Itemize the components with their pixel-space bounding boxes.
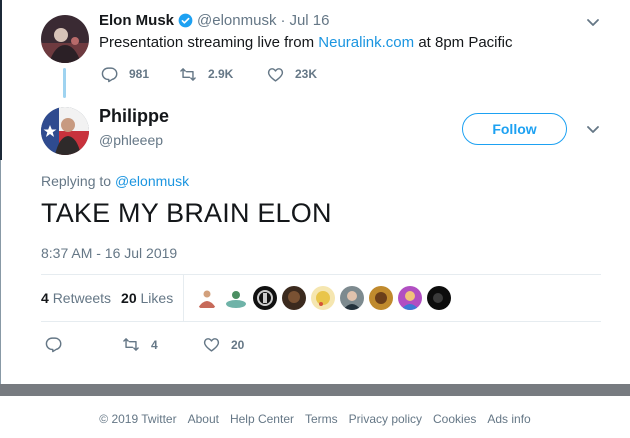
parent-actions: 981 2.9K 23K: [101, 64, 317, 84]
footer-link-privacy-policy[interactable]: Privacy policy: [349, 412, 422, 426]
parent-retweet-count: 2.9K: [208, 67, 234, 81]
tweet-stats: 4 Retweets 20 Likes: [41, 290, 173, 306]
replying-handle[interactable]: @elonmusk: [115, 173, 189, 189]
liker-avatar[interactable]: [340, 286, 364, 310]
retweets-stat-label: Retweets: [52, 290, 112, 306]
retweets-stat[interactable]: 4 Retweets: [41, 290, 111, 306]
likes-stat-count: 20: [121, 290, 137, 306]
parent-header: Elon Musk @elonmusk · Jul 16: [99, 12, 329, 29]
panel-left-edge: [0, 0, 2, 160]
footer-link-about[interactable]: About: [188, 412, 219, 426]
heart-icon: [267, 67, 284, 82]
parent-reply-button[interactable]: 981: [101, 66, 179, 83]
footer-copyright: © 2019 Twitter: [99, 412, 177, 426]
liker-avatar[interactable]: [282, 286, 306, 310]
retweet-icon: [123, 338, 139, 351]
thread-line: [63, 68, 66, 98]
heart-icon: [203, 338, 220, 352]
divider: [41, 274, 601, 275]
divider: [41, 321, 601, 322]
liker-avatar[interactable]: [311, 286, 335, 310]
liker-avatar[interactable]: [253, 286, 277, 310]
replying-to: Replying to @elonmusk: [41, 173, 189, 189]
parent-text-link[interactable]: Neuralink.com: [318, 34, 414, 51]
like-button[interactable]: 20: [203, 336, 244, 353]
likers-avatars: [195, 286, 451, 310]
liker-avatar[interactable]: [427, 286, 451, 310]
tweet-timestamp[interactable]: 8:37 AM - 16 Jul 2019: [41, 245, 177, 261]
retweet-count: 4: [151, 337, 158, 352]
modal-backdrop-band: [0, 384, 630, 396]
parent-reply-count: 981: [129, 67, 150, 81]
parent-date[interactable]: Jul 16: [289, 12, 329, 29]
tweet-actions: 4 20: [45, 336, 305, 354]
liker-avatar[interactable]: [195, 286, 219, 310]
tweet-text: TAKE MY BRAIN ELON: [41, 198, 332, 228]
liker-avatar[interactable]: [369, 286, 393, 310]
liker-avatar[interactable]: [224, 286, 248, 310]
chevron-down-icon[interactable]: [585, 121, 601, 137]
replying-prefix: Replying to: [41, 173, 112, 189]
retweet-button[interactable]: 4: [122, 336, 158, 353]
like-count: 20: [231, 337, 245, 352]
likes-stat-label: Likes: [140, 290, 174, 306]
stats-divider: [183, 275, 184, 321]
retweets-stat-count: 4: [41, 290, 49, 306]
retweet-icon: [180, 67, 196, 81]
verified-badge-icon: [178, 13, 193, 28]
parent-tweet-text: Presentation streaming live from Neurali…: [99, 34, 513, 51]
parent-like-count: 23K: [295, 67, 318, 81]
liker-avatar[interactable]: [398, 286, 422, 310]
footer: © 2019 Twitter About Help Center Terms P…: [0, 412, 630, 426]
reply-icon: [45, 337, 62, 353]
footer-link-ads-info[interactable]: Ads info: [487, 412, 530, 426]
parent-retweet-button[interactable]: 2.9K: [179, 66, 267, 83]
tweet-author-handle[interactable]: @phleeep: [99, 132, 163, 148]
parent-text-before: Presentation streaming live from: [99, 34, 315, 51]
footer-link-terms[interactable]: Terms: [305, 412, 338, 426]
parent-handle[interactable]: @elonmusk: [197, 12, 276, 29]
tweet-avatar[interactable]: [41, 107, 89, 155]
chevron-down-icon[interactable]: [585, 14, 601, 30]
tweet-author-name[interactable]: Philippe: [99, 106, 169, 127]
follow-button[interactable]: Follow: [462, 113, 567, 145]
parent-text-after: at 8pm Pacific: [418, 34, 513, 51]
reply-icon: [101, 66, 118, 82]
footer-link-cookies[interactable]: Cookies: [433, 412, 476, 426]
parent-separator: ·: [280, 12, 286, 29]
reply-button[interactable]: [45, 336, 73, 353]
parent-avatar[interactable]: [41, 15, 89, 63]
parent-like-button[interactable]: 23K: [267, 66, 317, 83]
footer-link-help-center[interactable]: Help Center: [230, 412, 294, 426]
parent-author-name[interactable]: Elon Musk: [99, 12, 174, 29]
likes-stat[interactable]: 20 Likes: [121, 290, 173, 306]
